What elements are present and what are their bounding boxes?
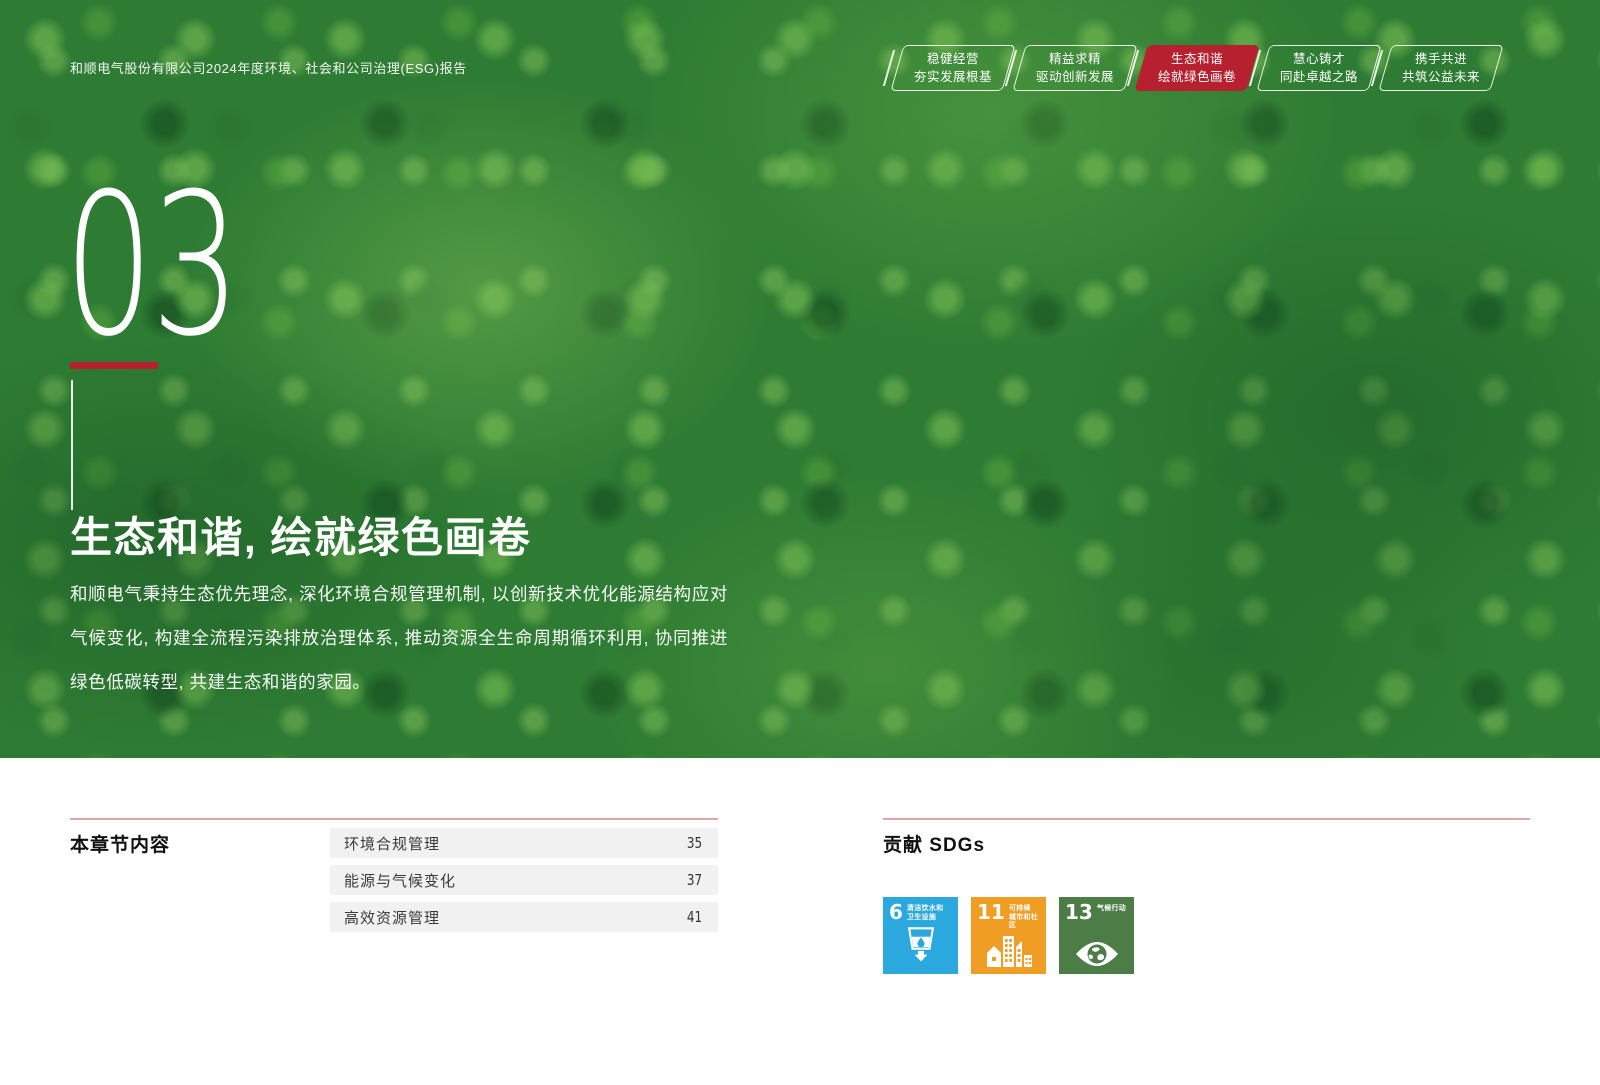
tab-chapter-03-active[interactable]: 生态和谐 绘就绿色画卷 — [1141, 45, 1253, 91]
hero-banner: 和顺电气股份有限公司2024年度环境、社会和公司治理(ESG)报告 稳健经营 夯… — [0, 0, 1600, 758]
tab-label-line1: 精益求精 — [1049, 50, 1101, 68]
sdgs-section: 贡献 SDGs 6 清洁饮水和 卫生设施 — [883, 818, 1530, 974]
tab-label-line1: 稳健经营 — [927, 50, 979, 68]
globe-eye-icon — [1065, 922, 1129, 969]
tab-label-line2: 绘就绿色画卷 — [1158, 68, 1236, 86]
tab-label-line2: 同赴卓越之路 — [1280, 68, 1358, 86]
tab-label-line1: 生态和谐 — [1171, 50, 1223, 68]
tab-label-line1: 携手共进 — [1415, 50, 1467, 68]
divider-rule-left — [70, 818, 718, 820]
sdgs-heading: 贡献 SDGs — [883, 830, 1530, 857]
divider-rule-right — [883, 818, 1530, 820]
sdg-tile-13: 13 气候行动 — [1059, 897, 1134, 974]
chapter-tabs: 稳健经营 夯实发展根基 精益求精 驱动创新发展 生态和谐 绘就绿色画卷 慧心铸才… — [897, 45, 1497, 91]
tab-label-line2: 夯实发展根基 — [914, 68, 992, 86]
contents-item-page: 41 — [687, 908, 702, 926]
tab-label-line2: 驱动创新发展 — [1036, 68, 1114, 86]
sdg-number: 13 — [1065, 903, 1093, 922]
chapter-number: 03 — [64, 168, 238, 364]
tab-label-line1: 慧心铸才 — [1293, 50, 1345, 68]
tab-chapter-04[interactable]: 慧心铸才 同赴卓越之路 — [1263, 45, 1375, 91]
contents-item-label: 环境合规管理 — [344, 833, 440, 854]
accent-bar — [70, 362, 158, 369]
tab-chapter-02[interactable]: 精益求精 驱动创新发展 — [1019, 45, 1131, 91]
sdg-title: 可持续 城市和社区 — [1009, 905, 1041, 931]
sdg-tile-11: 11 可持续 城市和社区 — [971, 897, 1046, 974]
contents-list: 环境合规管理 35 能源与气候变化 37 高效资源管理 41 — [330, 828, 718, 939]
contents-item-label: 能源与气候变化 — [344, 870, 456, 891]
tab-label-line2: 共筑公益未来 — [1402, 68, 1480, 86]
tab-chapter-05[interactable]: 携手共进 共筑公益未来 — [1385, 45, 1497, 91]
accent-vertical-line — [71, 380, 73, 510]
sdg-title: 气候行动 — [1097, 905, 1126, 914]
contents-item-label: 高效资源管理 — [344, 907, 440, 928]
bottom-section: 本章节内容 环境合规管理 35 能源与气候变化 37 高效资源管理 41 贡献 … — [0, 758, 1600, 1085]
contents-section: 本章节内容 环境合规管理 35 能源与气候变化 37 高效资源管理 41 — [70, 818, 718, 857]
water-glass-icon — [889, 922, 953, 969]
sdg-number: 6 — [889, 903, 903, 922]
contents-item[interactable]: 环境合规管理 35 — [330, 828, 718, 858]
chapter-description: 和顺电气秉持生态优先理念, 深化环境合规管理机制, 以创新技术优化能源结构应对气… — [70, 572, 728, 704]
contents-item-page: 37 — [687, 871, 702, 889]
contents-item[interactable]: 能源与气候变化 37 — [330, 865, 718, 895]
buildings-icon — [977, 931, 1041, 970]
sdg-tile-6: 6 清洁饮水和 卫生设施 — [883, 897, 958, 974]
sdg-number: 11 — [977, 903, 1005, 922]
esg-chapter-divider-page: 和顺电气股份有限公司2024年度环境、社会和公司治理(ESG)报告 稳健经营 夯… — [0, 0, 1600, 1085]
sdg-title: 清洁饮水和 卫生设施 — [907, 905, 944, 922]
chapter-title: 生态和谐, 绘就绿色画卷 — [70, 504, 531, 565]
tab-chapter-01[interactable]: 稳健经营 夯实发展根基 — [897, 45, 1009, 91]
report-title: 和顺电气股份有限公司2024年度环境、社会和公司治理(ESG)报告 — [70, 58, 467, 77]
contents-item[interactable]: 高效资源管理 41 — [330, 902, 718, 932]
contents-item-page: 35 — [687, 834, 702, 852]
sdg-tiles: 6 清洁饮水和 卫生设施 — [883, 897, 1530, 974]
